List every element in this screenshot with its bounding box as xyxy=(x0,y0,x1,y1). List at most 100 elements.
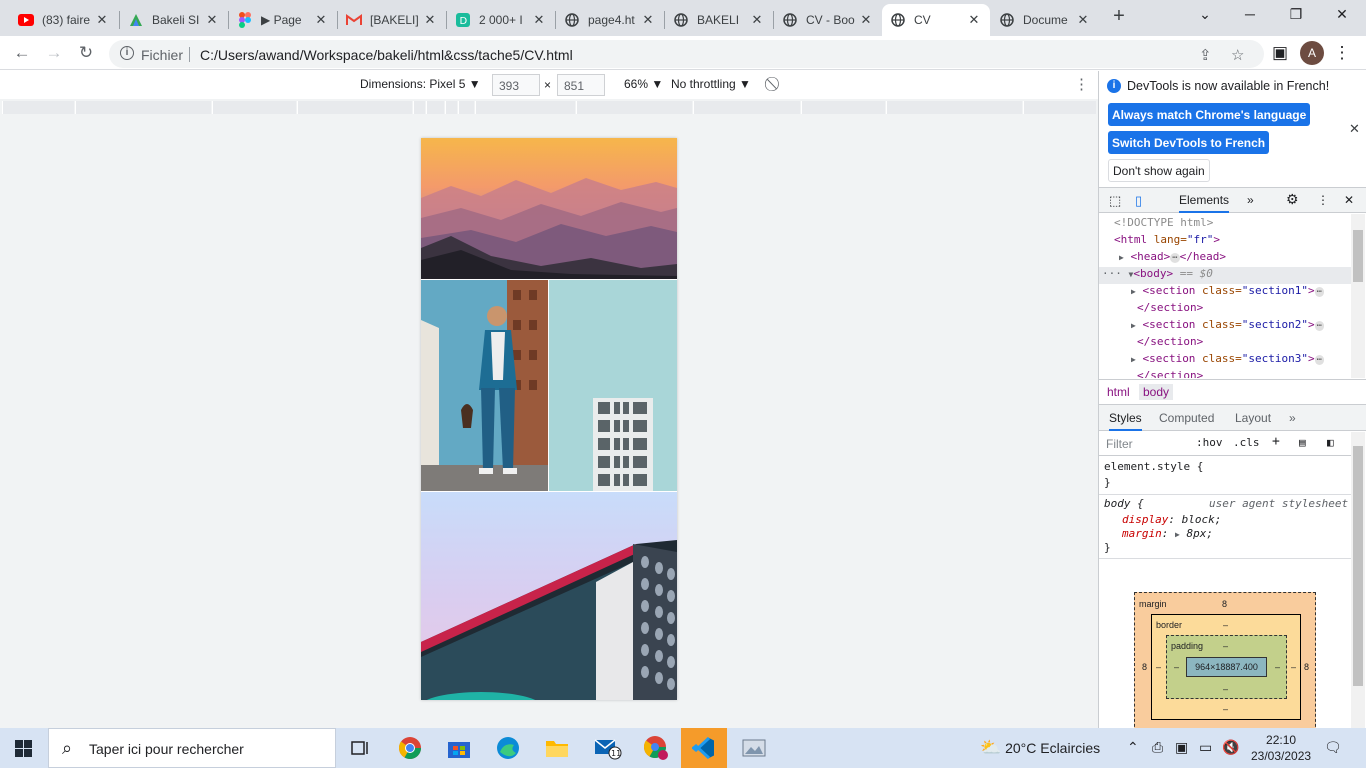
tab-search-chevron-icon[interactable]: ⌄ xyxy=(1195,6,1215,23)
width-input[interactable]: 393 xyxy=(492,74,540,96)
tab-styles[interactable]: Styles xyxy=(1109,411,1142,431)
site-info-icon[interactable]: i xyxy=(120,46,134,60)
dont-show-again-button[interactable]: Don't show again xyxy=(1108,159,1210,182)
css-prop-margin[interactable]: margin: ▶ 8px; xyxy=(1122,527,1213,540)
minimize-icon[interactable]: ─ xyxy=(1240,6,1260,22)
reload-icon[interactable]: ↻ xyxy=(76,43,96,63)
tab-youtube[interactable]: (83) faire ✕ xyxy=(10,4,118,36)
dom-section2-node[interactable]: ▶ <section class="section2"> ⋯ xyxy=(1131,318,1325,335)
dom-head-node[interactable]: ▶ <head> ⋯ </head> xyxy=(1119,250,1226,267)
dom-body-node[interactable]: ··· ▼<body> == $0 xyxy=(1099,267,1351,284)
forward-arrow-icon[interactable]: → xyxy=(44,43,64,63)
dimensions-dropdown[interactable]: Dimensions: Pixel 5 ▼ xyxy=(360,77,481,91)
close-icon[interactable]: ✕ xyxy=(422,12,438,28)
tab-elements[interactable]: Elements xyxy=(1179,193,1230,213)
tab-figma[interactable]: ▶ Page ✕ xyxy=(229,4,337,36)
new-tab-button[interactable]: + xyxy=(1109,6,1129,26)
hov-toggle[interactable]: :hov xyxy=(1196,436,1223,449)
close-icon[interactable]: ✕ xyxy=(531,12,547,28)
close-icon[interactable]: ✕ xyxy=(204,12,220,28)
tab-cv-active[interactable]: CV ✕ xyxy=(882,4,990,36)
height-input[interactable]: 851 xyxy=(557,74,605,96)
padding-top-value[interactable]: – xyxy=(1223,641,1228,651)
add-rule-icon[interactable]: + xyxy=(1272,434,1280,449)
kebab-menu-icon[interactable]: ⋮ xyxy=(1332,43,1352,63)
filter-input[interactable]: Filter xyxy=(1106,437,1133,451)
always-match-language-button[interactable]: Always match Chrome's language xyxy=(1108,103,1311,126)
close-devtools-icon[interactable]: ✕ xyxy=(1344,193,1354,207)
device-toggle-icon[interactable]: ▯ xyxy=(1135,193,1142,209)
more-tabs-icon[interactable]: » xyxy=(1289,411,1296,425)
tab-cv-boo[interactable]: CV - Boo ✕ xyxy=(774,4,882,36)
photos-app-icon[interactable] xyxy=(740,734,768,762)
paint-icon[interactable]: ▤ xyxy=(1299,436,1306,449)
weather-widget[interactable]: ⛅ 20°C Eclaircies xyxy=(980,738,1100,758)
device-icon[interactable]: ⎙ xyxy=(1152,739,1163,756)
close-icon[interactable]: ✕ xyxy=(749,12,765,28)
box-model-margin[interactable]: margin 8 8 8 border – – – – padding – – … xyxy=(1134,592,1316,732)
cls-toggle[interactable]: .cls xyxy=(1233,436,1260,449)
padding-bottom-value[interactable]: – xyxy=(1223,684,1228,694)
restore-icon[interactable]: ❐ xyxy=(1286,6,1306,23)
close-icon[interactable]: ✕ xyxy=(966,12,982,28)
dom-section3-node[interactable]: ▶ <section class="section3"> ⋯ xyxy=(1131,352,1325,369)
dom-tree[interactable]: <!DOCTYPE html> <html lang="fr"> ▶ <head… xyxy=(1099,214,1351,378)
element-style-rule[interactable]: element.style { xyxy=(1104,460,1203,473)
margin-right-value[interactable]: 8 xyxy=(1304,662,1309,672)
dom-scrollbar[interactable] xyxy=(1351,214,1365,378)
close-icon[interactable]: ✕ xyxy=(1075,12,1091,28)
tab-layout[interactable]: Layout xyxy=(1235,411,1271,425)
padding-right-value[interactable]: – xyxy=(1275,662,1280,672)
chrome-icon[interactable] xyxy=(396,734,424,762)
border-right-value[interactable]: – xyxy=(1291,662,1296,672)
devtools-menu-icon[interactable]: ⋮ xyxy=(1317,193,1329,207)
url-text[interactable]: C:/Users/awand/Workspace/bakeli/html&css… xyxy=(200,47,573,63)
tab-gmail[interactable]: [BAKELI] ✕ xyxy=(338,4,446,36)
border-left-value[interactable]: – xyxy=(1156,662,1161,672)
media-query-ruler[interactable] xyxy=(0,99,1098,116)
taskbar-search[interactable]: ⌕ Taper ici pour rechercher xyxy=(48,728,336,768)
task-view-icon[interactable] xyxy=(346,734,374,762)
device-more-icon[interactable]: ⋮ xyxy=(1074,75,1089,93)
margin-top-value[interactable]: 8 xyxy=(1222,599,1227,609)
file-explorer-icon[interactable] xyxy=(543,734,571,762)
microsoft-store-icon[interactable] xyxy=(445,734,473,762)
dom-html-node[interactable]: <html lang="fr"> xyxy=(1114,233,1220,250)
close-icon[interactable]: ✕ xyxy=(640,12,656,28)
tab-bakeli[interactable]: BAKELI ✕ xyxy=(665,4,773,36)
vscode-icon[interactable] xyxy=(681,728,727,768)
side-panel-icon[interactable]: ▣ xyxy=(1270,43,1290,63)
share-icon[interactable]: ⇪ xyxy=(1199,46,1212,64)
body-rule-selector[interactable]: body { xyxy=(1104,497,1144,510)
network-icon[interactable]: ▣ xyxy=(1175,739,1188,756)
address-bar[interactable]: i Fichier C:/Users/awand/Workspace/bakel… xyxy=(109,40,1264,68)
close-window-icon[interactable]: ✕ xyxy=(1332,6,1352,23)
chrome-profile-icon[interactable] xyxy=(642,734,670,762)
gear-icon[interactable]: ⚙ xyxy=(1286,191,1299,208)
avatar[interactable]: A xyxy=(1300,41,1324,65)
close-icon[interactable]: ✕ xyxy=(858,12,874,28)
padding-left-value[interactable]: – xyxy=(1174,662,1179,672)
battery-icon[interactable]: ▭ xyxy=(1199,739,1212,756)
breadcrumb-html[interactable]: html xyxy=(1103,384,1134,400)
box-model-border[interactable]: border – – – – padding – – – – 964×18887… xyxy=(1151,614,1301,720)
clock[interactable]: 22:10 23/03/2023 xyxy=(1251,732,1311,764)
volume-muted-icon[interactable]: 🔇 xyxy=(1222,739,1239,756)
mail-icon[interactable]: 11 xyxy=(594,734,622,762)
chevron-up-icon[interactable]: ⌃ xyxy=(1127,739,1139,756)
border-top-value[interactable]: – xyxy=(1223,620,1228,630)
notification-icon[interactable]: 🗨 xyxy=(1324,739,1342,756)
margin-left-value[interactable]: 8 xyxy=(1142,662,1147,672)
box-model-padding[interactable]: padding – – – – 964×18887.400 xyxy=(1166,635,1287,699)
toggle-sidebar-icon[interactable]: ◧ xyxy=(1327,436,1334,449)
back-arrow-icon[interactable]: ← xyxy=(12,43,32,63)
bookmark-star-icon[interactable]: ☆ xyxy=(1231,46,1244,64)
throttling-dropdown[interactable]: No throttling ▼ xyxy=(671,77,751,91)
zoom-dropdown[interactable]: 66% ▼ xyxy=(624,77,663,91)
more-tabs-icon[interactable]: » xyxy=(1247,193,1254,207)
tab-computed[interactable]: Computed xyxy=(1159,411,1214,425)
border-bottom-value[interactable]: – xyxy=(1223,704,1228,714)
edge-icon[interactable] xyxy=(494,734,522,762)
inspect-element-icon[interactable]: ⬚ xyxy=(1109,193,1121,209)
tab-d[interactable]: D 2 000+ I ✕ xyxy=(447,4,555,36)
